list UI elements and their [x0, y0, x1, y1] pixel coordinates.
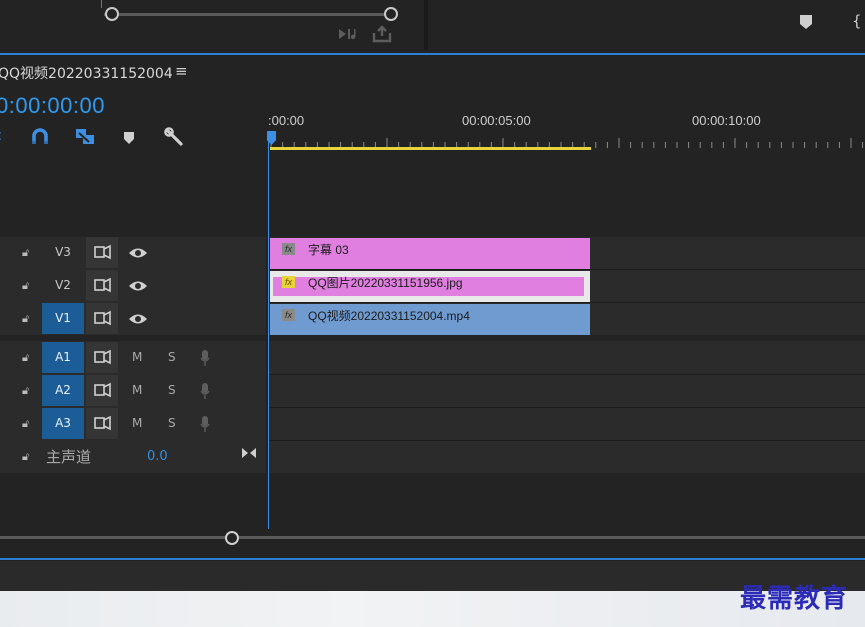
playhead-line[interactable]	[268, 140, 269, 529]
clip-label: QQ图片20220331151956.jpg	[308, 276, 463, 290]
lock-icon[interactable]: 🔓︎	[22, 246, 34, 259]
eye-icon[interactable]	[122, 303, 154, 334]
master-track-label: 主声道	[46, 448, 92, 466]
timeline-zoom-handle[interactable]	[225, 531, 239, 545]
track-name-v1[interactable]: V1	[42, 303, 84, 334]
desktop-footer	[0, 591, 865, 627]
clip-label: QQ视频20220331152004.mp4	[308, 309, 470, 323]
track-header-a2: 🔓︎ A2 M S	[0, 375, 266, 407]
lock-icon[interactable]: 🔓︎	[22, 312, 34, 325]
sequence-tab-title[interactable]: QQ视频20220331152004	[0, 63, 173, 83]
track-header-v3: 🔓︎ V3	[0, 237, 266, 269]
track-header-a3: 🔓︎ A3 M S	[0, 408, 266, 440]
empty-track-area-bottom	[268, 473, 865, 529]
sync-lock-icon[interactable]	[86, 375, 118, 406]
source-monitor-border	[101, 0, 102, 8]
clip-v2-image[interactable]: fx QQ图片20220331151956.jpg	[270, 271, 590, 302]
track-height-toggle-icon[interactable]	[241, 445, 257, 461]
wrench-icon[interactable]	[164, 127, 184, 147]
mark-in-icon[interactable]: {	[852, 12, 862, 30]
track-name-v3[interactable]: V3	[42, 237, 84, 268]
timeline-zoom-scrollbar[interactable]	[0, 536, 865, 539]
sync-lock-icon[interactable]	[86, 270, 118, 301]
track-header-master: 🔓︎ 主声道 0.0	[0, 441, 266, 473]
track-header-v2: 🔓︎ V2	[0, 270, 266, 302]
mute-button[interactable]: M	[132, 408, 142, 439]
master-volume-value[interactable]: 0.0	[147, 449, 168, 464]
lock-icon[interactable]: 🔓︎	[22, 279, 34, 292]
ruler-label-10s: 00:00:10:00	[692, 113, 761, 128]
source-monitor-controls	[0, 0, 421, 50]
snap-magnet-icon[interactable]	[31, 128, 49, 146]
microphone-icon[interactable]	[200, 383, 210, 399]
work-area-bar[interactable]	[270, 147, 591, 150]
track-name-a2[interactable]: A2	[42, 375, 84, 406]
export-frame-icon[interactable]	[371, 24, 393, 44]
fx-badge[interactable]: fx	[282, 309, 295, 321]
mute-button[interactable]: M	[132, 375, 142, 406]
source-zoom-slider-track[interactable]	[104, 13, 394, 16]
solo-button[interactable]: S	[168, 375, 176, 406]
sync-lock-icon[interactable]	[86, 342, 118, 373]
ruler-label-5s: 00:00:05:00	[462, 113, 531, 128]
solo-button[interactable]: S	[168, 408, 176, 439]
clip-v3-title[interactable]: fx 字幕 03	[270, 238, 590, 269]
source-zoom-slider-end-handle[interactable]	[384, 7, 398, 21]
track-header-v1: 🔓︎ V1	[0, 303, 266, 335]
add-marker-icon[interactable]	[799, 14, 813, 30]
footer-strip	[0, 561, 865, 591]
add-marker-icon-timeline[interactable]	[123, 130, 135, 144]
eye-icon[interactable]	[122, 237, 154, 268]
clip-label: 字幕 03	[308, 243, 349, 257]
ruler-label-0: :00:00	[268, 113, 305, 128]
lock-icon[interactable]: 🔓︎	[22, 417, 34, 430]
track-name-v2[interactable]: V2	[42, 270, 84, 301]
playhead-timecode[interactable]: 0:00:00:00	[0, 93, 105, 119]
sync-lock-icon[interactable]	[86, 303, 118, 334]
hamburger-icon[interactable]: ≡	[175, 62, 188, 80]
empty-track-area	[268, 152, 865, 237]
sync-lock-icon[interactable]	[86, 408, 118, 439]
mute-button[interactable]: M	[132, 342, 142, 373]
clip-v1-video[interactable]: fx QQ视频20220331152004.mp4	[270, 304, 590, 335]
insert-icon[interactable]	[337, 26, 357, 42]
microphone-icon[interactable]	[200, 350, 210, 366]
microphone-icon[interactable]	[200, 416, 210, 432]
track-name-a1[interactable]: A1	[42, 342, 84, 373]
nest-sequence-icon[interactable]	[0, 128, 6, 146]
lock-icon[interactable]: 🔓︎	[22, 384, 34, 397]
solo-button[interactable]: S	[168, 342, 176, 373]
eye-icon[interactable]	[122, 270, 154, 301]
track-headers: 🔓︎ V3 🔓︎ V2 🔓︎ V1 🔓︎ A1 M S 🔓︎ A2 M S 🔓︎	[0, 237, 865, 473]
track-name-a3[interactable]: A3	[42, 408, 84, 439]
lock-icon[interactable]: 🔓︎	[22, 351, 34, 364]
track-header-a1: 🔓︎ A1 M S	[0, 342, 266, 374]
linked-selection-icon[interactable]	[74, 127, 96, 147]
sync-lock-icon[interactable]	[86, 237, 118, 268]
fx-badge[interactable]: fx	[282, 243, 295, 255]
fx-badge[interactable]: fx	[282, 276, 295, 288]
lock-icon[interactable]: 🔓︎	[22, 450, 34, 463]
watermark-logo: 最需教育	[740, 584, 849, 614]
panel-bottom-border	[0, 558, 865, 560]
source-zoom-slider-start-handle[interactable]	[105, 7, 119, 21]
